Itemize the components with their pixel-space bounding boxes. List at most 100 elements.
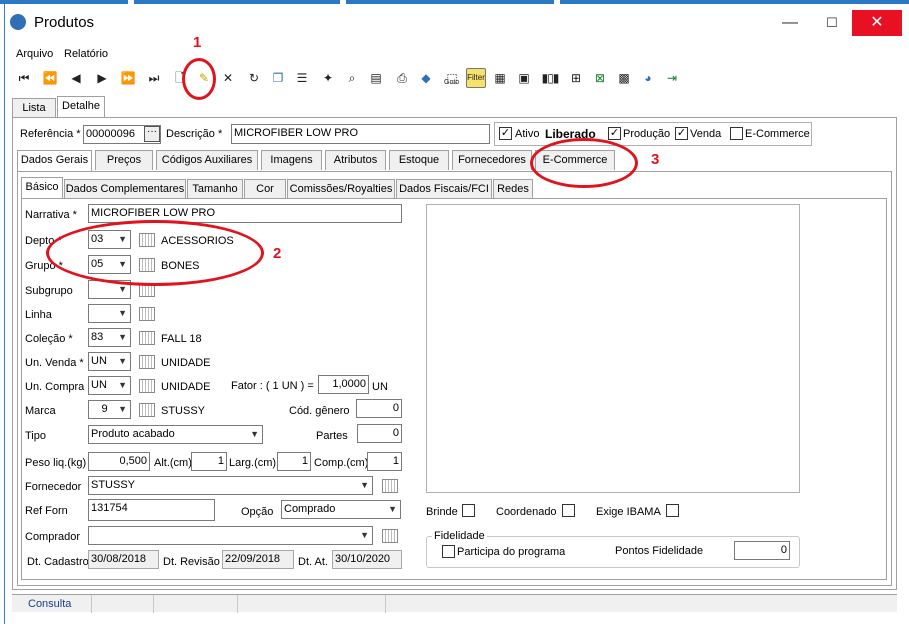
ativo-checkbox[interactable]: ✓ [499, 127, 512, 140]
search-document-icon[interactable]: ⌕ [342, 68, 362, 88]
peso-input[interactable]: 0,500 [88, 452, 150, 471]
tab-tamanho[interactable]: Tamanho [187, 179, 243, 199]
refresh-icon[interactable]: ↻ [244, 68, 264, 88]
tab-imagens[interactable]: Imagens [261, 150, 322, 170]
image-icon[interactable]: ▣ [514, 68, 534, 88]
tab-comissoes-royalties[interactable]: Comissões/Royalties [287, 179, 395, 199]
pontos-label: Pontos Fidelidade [615, 545, 704, 557]
annotation-circle-3 [530, 138, 638, 188]
ecommerce-checkbox[interactable] [730, 127, 743, 140]
properties-icon[interactable]: ☰ [292, 68, 312, 88]
last-record-icon[interactable]: ⏭ [144, 68, 164, 88]
fornecedor-lookup-icon[interactable] [382, 479, 398, 493]
goto-icon[interactable]: Goto ⬚ [442, 68, 462, 88]
tab-atributos[interactable]: Atributos [325, 150, 386, 170]
table-icon[interactable]: ⊞ [566, 68, 586, 88]
ref-forn-label: Ref Forn [25, 505, 68, 517]
linha-lookup-icon[interactable] [139, 307, 155, 321]
referencia-lookup-button[interactable]: ··· [144, 126, 160, 142]
tab-detalhe[interactable]: Detalhe [57, 96, 105, 118]
participa-checkbox[interactable] [442, 545, 455, 558]
delete-record-icon[interactable]: ✕ [218, 68, 238, 88]
chevron-down-icon: ▼ [118, 404, 127, 414]
tipo-select[interactable]: Produto acabado ▼ [88, 425, 263, 444]
narrativa-label: Narrativa * [25, 209, 77, 221]
un-compra-select[interactable]: UN ▼ [88, 376, 131, 395]
maximize-button[interactable]: ☐ [812, 10, 852, 36]
larg-input[interactable]: 1 [277, 452, 311, 471]
comprador-select[interactable]: ▼ [88, 526, 373, 545]
tipo-label: Tipo [25, 430, 46, 442]
magic-wand-icon[interactable]: ✦ [318, 68, 338, 88]
previous-record-icon[interactable]: ◀ [66, 68, 86, 88]
tag-icon[interactable]: ◆ [416, 68, 436, 88]
annotation-number-2: 2 [273, 245, 282, 262]
chevron-down-icon: ▼ [388, 504, 397, 514]
menu-arquivo[interactable]: Arquivo [16, 48, 53, 60]
marca-lookup-icon[interactable] [139, 403, 155, 417]
previous-page-icon[interactable]: ⏪ [40, 68, 60, 88]
brinde-checkbox[interactable] [462, 504, 475, 517]
colecao-select[interactable]: 83 ▼ [88, 328, 131, 347]
un-compra-lookup-icon[interactable] [139, 379, 155, 393]
chart-icon[interactable]: ◕ [638, 68, 658, 88]
coordenado-checkbox[interactable] [562, 504, 575, 517]
un-venda-lookup-icon[interactable] [139, 355, 155, 369]
tab-codigos-auxiliares[interactable]: Códigos Auxiliares [156, 150, 258, 170]
excel-export-icon[interactable]: ⊠ [590, 68, 610, 88]
grid-icon[interactable]: ▩ [614, 68, 634, 88]
fator-label: Fator : ( 1 UN ) = [231, 380, 314, 392]
first-record-icon[interactable]: ⏮ [14, 68, 34, 88]
comprador-lookup-icon[interactable] [382, 529, 398, 543]
comp-input[interactable]: 1 [367, 452, 402, 471]
tab-redes[interactable]: Redes [493, 179, 533, 199]
fator-input[interactable]: 1,0000 [318, 375, 369, 394]
cod-genero-input[interactable]: 0 [356, 399, 402, 418]
pontos-input[interactable]: 0 [734, 541, 790, 560]
tab-dados-fiscais-fci[interactable]: Dados Fiscais/FCI [396, 179, 492, 199]
partes-input[interactable]: 0 [357, 424, 402, 443]
tab-lista[interactable]: Lista [12, 98, 56, 118]
next-page-icon[interactable]: ⏩ [118, 68, 138, 88]
comp-label: Comp.(cm) [314, 457, 369, 469]
annotation-number-3: 3 [651, 151, 660, 168]
tab-cor[interactable]: Cor [244, 179, 286, 199]
document-icon[interactable]: ▤ [366, 68, 386, 88]
larg-label: Larg.(cm) [229, 457, 277, 469]
opcao-value: Comprado [284, 503, 336, 515]
tipo-value: Produto acabado [91, 428, 175, 440]
next-record-icon[interactable]: ▶ [92, 68, 112, 88]
linha-select[interactable]: ▼ [88, 304, 131, 323]
filter-icon[interactable]: Filter [466, 68, 486, 88]
tab-precos[interactable]: Preços [95, 150, 153, 170]
exit-icon[interactable]: ⇥ [662, 68, 682, 88]
product-image-area[interactable] [426, 204, 800, 493]
menu-relatorio[interactable]: Relatório [64, 48, 108, 60]
barcode-icon[interactable]: ▮▯▮ [540, 68, 560, 88]
un-venda-select[interactable]: UN ▼ [88, 352, 131, 371]
marca-select[interactable]: 9 ▼ [88, 400, 131, 419]
venda-checkbox[interactable]: ✓ [675, 127, 688, 140]
calculator-icon[interactable]: ▦ [490, 68, 510, 88]
copy-icon[interactable]: ❐ [268, 68, 288, 88]
partes-label: Partes [316, 430, 348, 442]
opcao-select[interactable]: Comprado ▼ [281, 500, 401, 519]
tab-estoque[interactable]: Estoque [389, 150, 449, 170]
exige-ibama-checkbox[interactable] [666, 504, 679, 517]
brinde-label: Brinde [426, 506, 458, 518]
dt-revisao-field: 22/09/2018 [222, 550, 294, 569]
tab-fornecedores[interactable]: Fornecedores [452, 150, 532, 170]
ref-forn-input[interactable]: 131754 [88, 499, 215, 521]
minimize-button[interactable]: — [770, 10, 810, 36]
tab-dados-complementares[interactable]: Dados Complementares [64, 179, 186, 199]
producao-checkbox[interactable]: ✓ [608, 127, 621, 140]
colecao-lookup-icon[interactable] [139, 331, 155, 345]
alt-input[interactable]: 1 [191, 452, 227, 471]
tab-basico[interactable]: Básico [21, 177, 63, 199]
tab-dados-gerais[interactable]: Dados Gerais [17, 150, 92, 172]
close-button[interactable]: ✕ [852, 10, 902, 36]
fator-unit: UN [372, 381, 388, 393]
fornecedor-select[interactable]: STUSSY ▼ [88, 476, 373, 495]
print-icon[interactable]: ⎙ [392, 68, 412, 88]
descricao-input[interactable]: MICROFIBER LOW PRO [231, 124, 490, 144]
